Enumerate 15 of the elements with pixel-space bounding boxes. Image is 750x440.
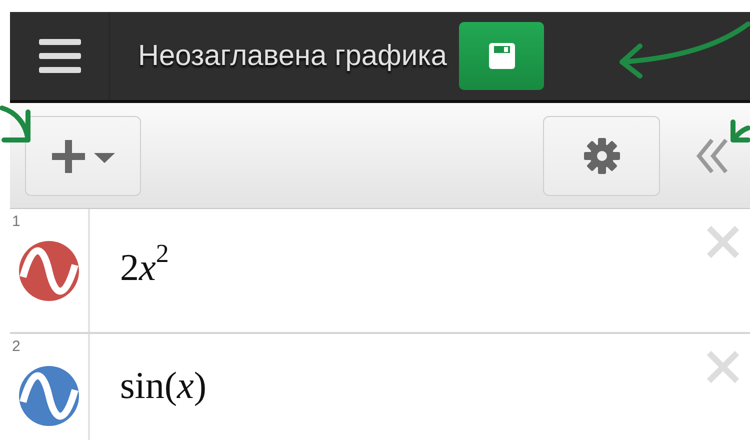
menu-icon[interactable]	[38, 39, 80, 73]
line-number: 1	[12, 213, 20, 230]
add-button[interactable]	[25, 116, 141, 196]
annotation-arrow	[730, 120, 750, 142]
save-button[interactable]	[459, 22, 544, 90]
graph-toggle-icon[interactable]	[19, 240, 79, 300]
settings-button[interactable]	[543, 116, 660, 196]
collapse-icon[interactable]	[696, 138, 728, 174]
settings-icon	[582, 136, 620, 174]
line-number: 2	[12, 338, 20, 355]
plus-caret-icon	[50, 138, 116, 174]
math-expression[interactable]: 2x$^{2}$	[120, 239, 169, 290]
math-expression[interactable]: sin(x)	[120, 364, 207, 408]
graph-toggle-icon[interactable]	[19, 366, 79, 426]
graph-title: Неозаглавена графика	[138, 40, 448, 72]
